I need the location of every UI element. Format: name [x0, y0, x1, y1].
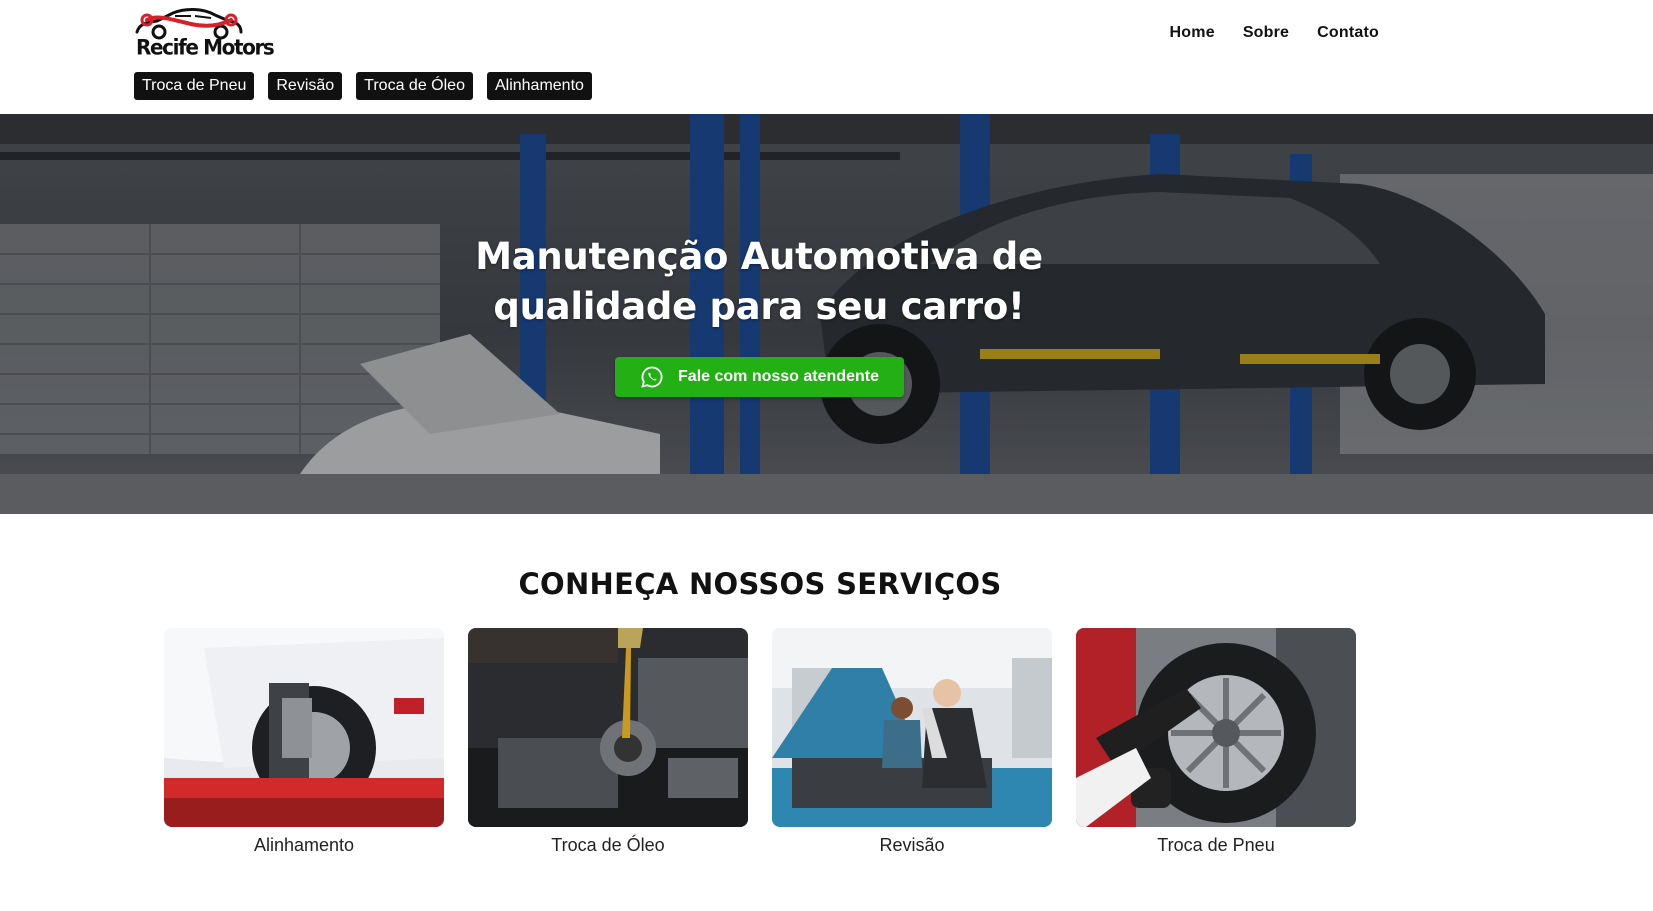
- alinhamento-image: [164, 628, 444, 827]
- revisao-image: [772, 628, 1052, 827]
- whatsapp-icon: [641, 366, 663, 388]
- service-card-label: Revisão: [879, 835, 945, 855]
- tag-troca-de-pneu[interactable]: Troca de Pneu: [134, 72, 255, 100]
- services-section-title: CONHEÇA NOSSOS SERVIÇOS: [518, 567, 1002, 601]
- service-card-label: Troca de Óleo: [551, 835, 665, 855]
- troca-de-oleo-image: [468, 628, 748, 827]
- service-cards: Alinhamento Troca de Óleo Revisão Troca …: [164, 628, 1356, 856]
- nav-about-link[interactable]: Sobre: [1243, 24, 1289, 42]
- whatsapp-contact-button[interactable]: Fale com nosso atendente: [615, 357, 904, 397]
- hero-title-line2: qualidade para seu carro!: [493, 285, 1025, 328]
- service-card-alinhamento[interactable]: Alinhamento: [164, 628, 444, 856]
- brand-name: Recife Motors: [136, 34, 275, 60]
- service-card-revisao[interactable]: Revisão: [772, 628, 1052, 856]
- site-header: Recife Motors Home Sobre Contato Troca d…: [0, 0, 1653, 114]
- tag-revisao[interactable]: Revisão: [268, 72, 343, 100]
- service-card-label: Troca de Pneu: [1157, 835, 1275, 855]
- service-card-troca-de-pneu[interactable]: Troca de Pneu: [1076, 628, 1356, 856]
- cta-label: Fale com nosso atendente: [678, 368, 879, 385]
- nav-home-link[interactable]: Home: [1170, 24, 1215, 42]
- hero-title-line1: Manutenção Automotiva de: [475, 235, 1043, 278]
- main-nav: Home Sobre Contato: [1170, 24, 1379, 42]
- tag-troca-de-oleo[interactable]: Troca de Óleo: [356, 72, 473, 100]
- recife-motors-logo[interactable]: Recife Motors: [133, 4, 275, 60]
- troca-de-pneu-image: [1076, 628, 1356, 827]
- hero-banner: Manutenção Automotiva de qualidade para …: [0, 114, 1653, 514]
- service-tag-bar: Troca de Pneu Revisão Troca de Óleo Alin…: [134, 72, 592, 100]
- nav-contact-link[interactable]: Contato: [1317, 24, 1379, 42]
- service-card-troca-de-oleo[interactable]: Troca de Óleo: [468, 628, 748, 856]
- hero-title: Manutenção Automotiva de qualidade para …: [0, 232, 1518, 332]
- tag-alinhamento[interactable]: Alinhamento: [486, 72, 592, 100]
- service-card-label: Alinhamento: [253, 835, 355, 855]
